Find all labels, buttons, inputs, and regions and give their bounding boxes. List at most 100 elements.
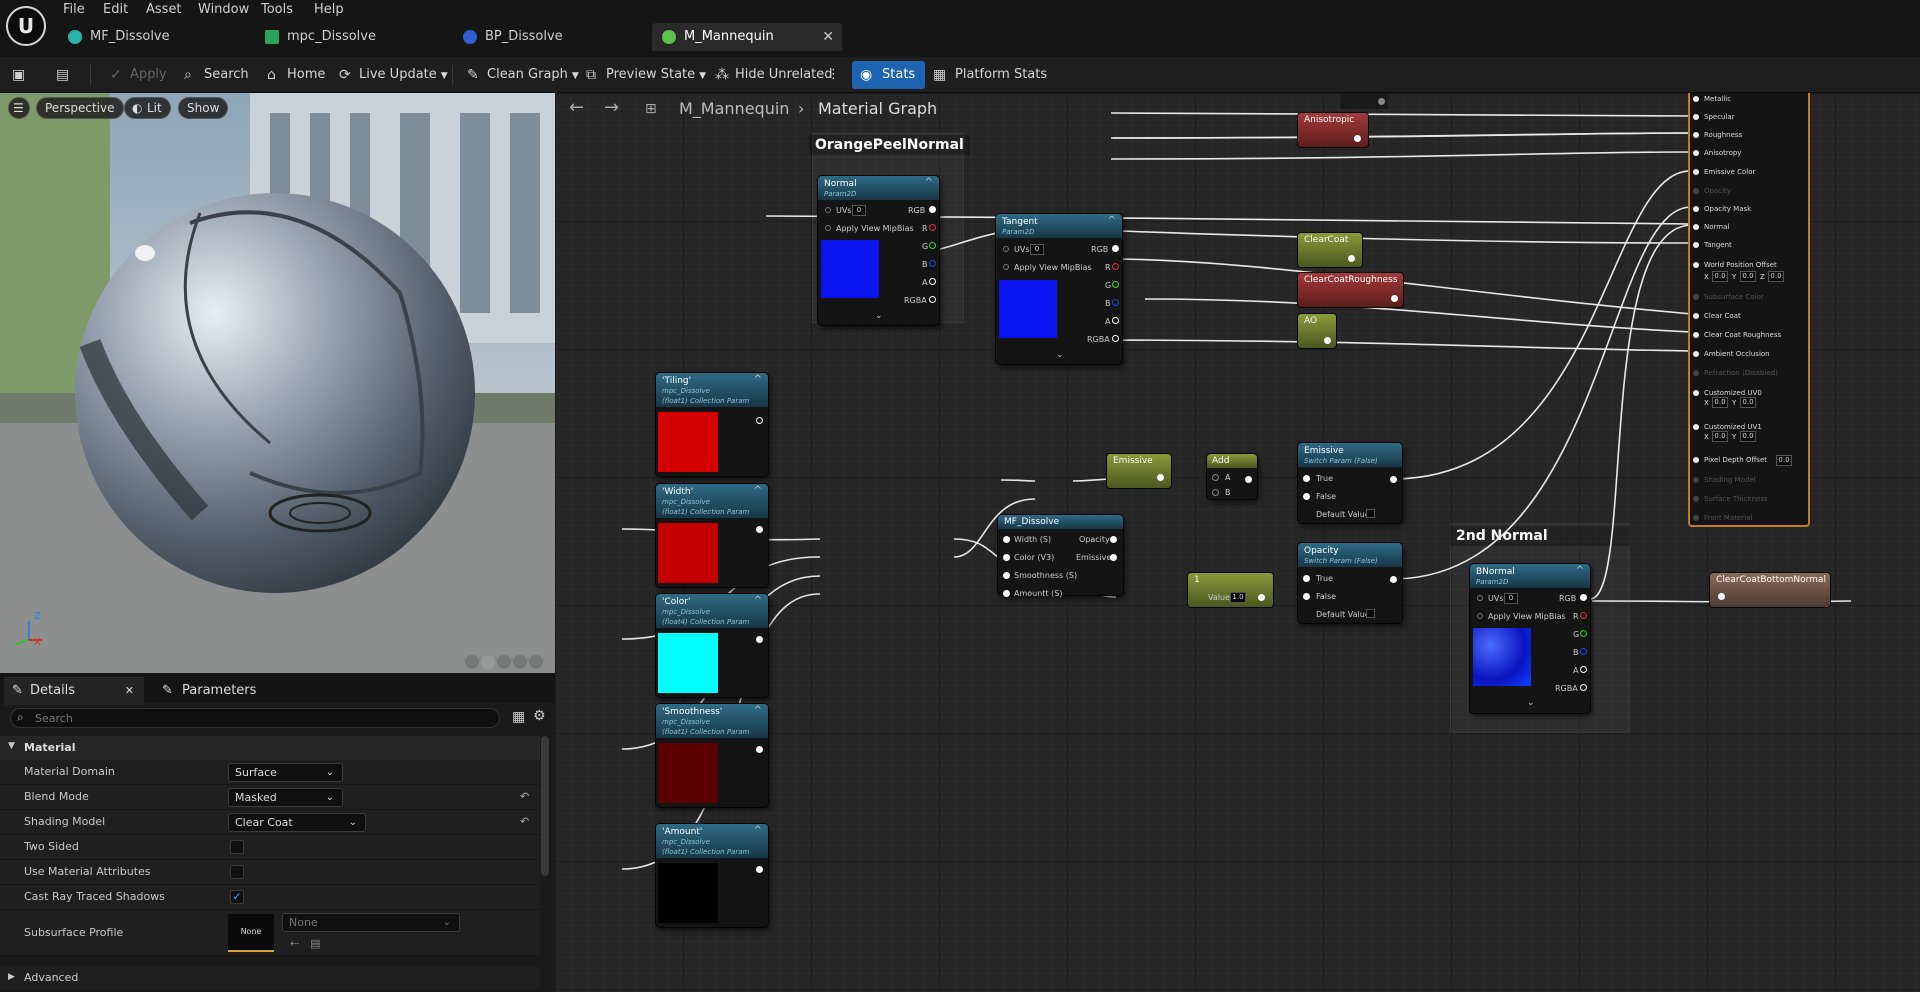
uvs-value[interactable]: 0 xyxy=(1030,244,1044,255)
breadcrumb-leaf[interactable]: Material Graph xyxy=(818,99,937,118)
constant-value-input[interactable]: 1.0 xyxy=(1230,592,1246,603)
node-material-result[interactable]: Metallic Specular Roughness Anisotropy Emiss… xyxy=(1688,93,1810,527)
tab-mpc-dissolve[interactable]: mpc_Dissolve xyxy=(255,23,435,51)
menu-tools[interactable]: Tools xyxy=(261,2,293,17)
breadcrumb-root[interactable]: M_Mannequin xyxy=(679,99,789,118)
section-material[interactable]: ▼ Material xyxy=(0,736,540,760)
default-value-checkbox[interactable] xyxy=(1366,509,1375,518)
material-pin-dot[interactable] xyxy=(1693,496,1699,502)
material-pin-dot[interactable] xyxy=(1693,96,1699,102)
shading-model-dropdown[interactable]: Clear Coat ⌄ xyxy=(228,813,366,832)
material-pin-dot[interactable] xyxy=(1693,332,1699,338)
chevron-down-icon[interactable]: ⌄ xyxy=(1056,350,1064,360)
material-pin-dot[interactable] xyxy=(1693,150,1699,156)
hide-unrelated-button[interactable]: ⁂ Hide Unrelated xyxy=(713,61,833,89)
material-pin-dot[interactable] xyxy=(1693,224,1699,230)
node-smoothness[interactable]: 'Smoothness' mpc_Dissolve (float1) Collect… xyxy=(656,704,768,807)
material-pin-dot[interactable] xyxy=(1693,477,1699,483)
pixel-depth-offset-input[interactable]: 0.0 xyxy=(1776,455,1792,466)
chevron-down-icon[interactable]: ⌄ xyxy=(1527,698,1535,708)
viewport-menu-button[interactable]: ☰ xyxy=(8,97,30,119)
cast-ray-traced-shadows-checkbox[interactable]: ✓ xyxy=(230,890,244,904)
more-options-button[interactable]: ⋮ xyxy=(823,61,840,89)
sphere-preview-icon[interactable] xyxy=(481,655,495,669)
material-pin-dot[interactable] xyxy=(1693,114,1699,120)
details-search-input[interactable] xyxy=(35,710,485,726)
node-offscreen-param[interactable] xyxy=(1340,93,1388,109)
wpo-x-input[interactable]: 0.0 xyxy=(1712,271,1728,282)
use-selected-icon[interactable]: ⇠ xyxy=(290,937,299,950)
use-material-attributes-checkbox[interactable] xyxy=(230,865,244,879)
show-button[interactable]: Show xyxy=(178,97,229,119)
apply-button[interactable]: ✓ Apply xyxy=(108,61,167,89)
material-pin-dot[interactable] xyxy=(1693,242,1699,248)
stats-button[interactable]: ◉ Stats xyxy=(852,61,926,89)
node-switch-emissive[interactable]: Emissive Switch Param (False) True False … xyxy=(1298,443,1402,523)
uv1-y-input[interactable]: 0.0 xyxy=(1740,431,1756,442)
node-tangent-texture[interactable]: TangentParam2D UVs 0 Apply View MipBias … xyxy=(996,214,1122,364)
menu-edit[interactable]: Edit xyxy=(103,2,128,17)
reset-to-default-icon[interactable]: ↶ xyxy=(520,790,529,803)
unreal-logo-icon[interactable]: U xyxy=(6,6,46,46)
material-pin-dot[interactable] xyxy=(1693,262,1699,268)
material-pin-dot[interactable] xyxy=(1693,132,1699,138)
tab-m-mannequin[interactable]: M_Mannequin ✕ xyxy=(652,23,842,51)
node-anisotropic-param[interactable]: Anisotropic xyxy=(1298,113,1368,147)
subsurface-profile-dropdown[interactable]: None ⌄ xyxy=(282,913,460,932)
material-pin-dot[interactable] xyxy=(1693,457,1699,463)
material-pin-dot[interactable] xyxy=(1693,390,1699,396)
table-view-icon[interactable]: ▦ xyxy=(512,709,525,725)
perspective-button[interactable]: Perspective xyxy=(36,97,124,119)
node-constant[interactable]: 1 Value 1.0 xyxy=(1188,573,1273,607)
tab-bp-dissolve[interactable]: BP_Dissolve xyxy=(453,23,633,51)
reset-to-default-icon[interactable]: ↶ xyxy=(520,815,529,828)
menu-help[interactable]: Help xyxy=(314,2,344,17)
node-bnormal-texture[interactable]: BNormalParam2D UVs 0 Apply View MipBias … xyxy=(1470,564,1590,713)
chevron-down-icon[interactable]: ⌄ xyxy=(875,311,883,321)
node-amount[interactable]: 'Amount' mpc_Dissolve (float1) Collection … xyxy=(656,824,768,927)
close-icon[interactable]: ✕ xyxy=(822,23,834,51)
lit-button[interactable]: ◐ Lit xyxy=(124,97,171,119)
node-add[interactable]: Add A B xyxy=(1207,454,1257,499)
uvs-value[interactable]: 0 xyxy=(1504,593,1518,604)
material-domain-dropdown[interactable]: Surface ⌄ xyxy=(228,763,343,782)
node-clearcoat-param[interactable]: ClearCoat xyxy=(1298,233,1362,267)
clean-graph-button[interactable]: ✎ Clean Graph ▼ xyxy=(465,61,579,89)
platform-stats-button[interactable]: ▦ Platform Stats xyxy=(931,61,1047,89)
menu-window[interactable]: Window xyxy=(198,2,249,17)
cylinder-preview-icon[interactable] xyxy=(465,655,479,669)
live-update-button[interactable]: ⟳ Live Update ▼ xyxy=(337,61,448,89)
node-clearcoat-bottom-normal[interactable]: ClearCoatBottomNormal xyxy=(1710,573,1830,607)
material-pin-dot[interactable] xyxy=(1693,169,1699,175)
node-switch-opacity[interactable]: Opacity Switch Param (False) True False D… xyxy=(1298,543,1402,623)
uv0-x-input[interactable]: 0.0 xyxy=(1712,397,1728,408)
subsurface-profile-thumbnail[interactable]: None xyxy=(228,914,274,952)
preview-state-button[interactable]: ⧉ Preview State ▼ xyxy=(584,61,706,89)
material-pin-dot[interactable] xyxy=(1693,370,1699,376)
custom-mesh-preview-icon[interactable] xyxy=(529,655,543,669)
material-pin-dot[interactable] xyxy=(1693,294,1699,300)
default-value-checkbox[interactable] xyxy=(1366,609,1375,618)
node-ao-param[interactable]: AO xyxy=(1298,314,1336,348)
node-emissive-param[interactable]: Emissive xyxy=(1107,454,1171,488)
wpo-y-input[interactable]: 0.0 xyxy=(1740,271,1756,282)
plane-preview-icon[interactable] xyxy=(497,655,511,669)
preview-mesh-buttons[interactable] xyxy=(465,655,553,671)
details-search-field[interactable]: ⌕ xyxy=(10,708,500,728)
uv0-y-input[interactable]: 0.0 xyxy=(1740,397,1756,408)
node-tiling[interactable]: 'Tiling' mpc_Dissolve (float1) Collection … xyxy=(656,373,768,476)
material-pin-dot[interactable] xyxy=(1693,206,1699,212)
tab-mf-dissolve[interactable]: MF_Dissolve xyxy=(58,23,238,51)
material-pin-dot[interactable] xyxy=(1693,188,1699,194)
two-sided-checkbox[interactable] xyxy=(230,840,244,854)
close-icon[interactable]: ✕ xyxy=(125,677,134,705)
browse-icon[interactable]: ▤ xyxy=(310,937,320,950)
menu-file[interactable]: File xyxy=(63,2,85,17)
node-color[interactable]: 'Color' mpc_Dissolve (float4) Collection P… xyxy=(656,594,768,697)
preview-viewport[interactable]: ☰ Perspective ◐ Lit Show Z X xyxy=(0,93,555,673)
menu-asset[interactable]: Asset xyxy=(146,2,182,17)
tab-parameters[interactable]: ✎ Parameters xyxy=(156,677,256,705)
material-pin-dot[interactable] xyxy=(1693,424,1699,430)
home-button[interactable]: ⌂ Home xyxy=(265,61,325,89)
details-scrollbar[interactable] xyxy=(541,736,549,876)
